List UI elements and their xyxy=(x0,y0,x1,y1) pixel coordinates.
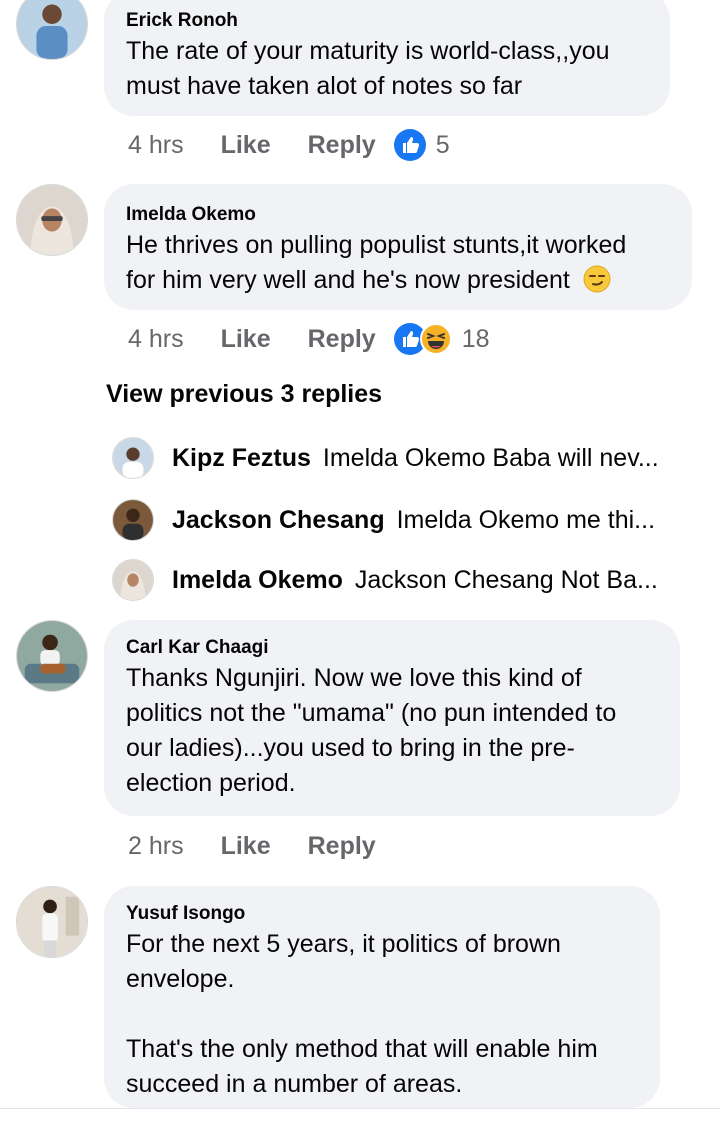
comment-line: Thanks Ngunjiri. Now we love this kind o… xyxy=(126,664,582,692)
view-previous-replies-link[interactable]: View previous 3 replies xyxy=(106,380,382,409)
comment-author[interactable]: Imelda Okemo xyxy=(126,203,670,227)
like-button[interactable]: Like xyxy=(221,832,271,861)
comment-author[interactable]: Yusuf Isongo xyxy=(126,902,638,926)
comment-line: That's the only method that will enable … xyxy=(126,1035,598,1063)
comment-text: The rate of your maturity is world-class… xyxy=(126,34,648,104)
divider xyxy=(0,1108,720,1109)
reactions[interactable]: 5 xyxy=(393,129,450,161)
comment-time[interactable]: 2 hrs xyxy=(128,832,184,861)
smirk-emoji-icon xyxy=(583,265,611,293)
reaction-count: 5 xyxy=(435,130,450,159)
reply-text: Imelda Okemo Baba will nev... xyxy=(322,443,659,472)
reply-text: Imelda Okemo me thi... xyxy=(396,505,656,534)
reply-author[interactable]: Imelda Okemo xyxy=(172,566,343,595)
comment-line: election period. xyxy=(126,769,296,797)
comment-line: politics not the "umama" (no pun intende… xyxy=(126,699,617,727)
comment-text: For the next 5 years, it politics of bro… xyxy=(126,927,638,1102)
comment-author[interactable]: Carl Kar Chaagi xyxy=(126,636,658,660)
comment-text: He thrives on pulling populist stunts,it… xyxy=(126,228,670,298)
reaction-count: 18 xyxy=(461,324,490,353)
comment-line: must have taken alot of notes so far xyxy=(126,72,523,100)
comment-time[interactable]: 4 hrs xyxy=(128,325,184,354)
comment-line: He thrives on pulling populist stunts,it… xyxy=(126,231,627,259)
comment-line: for him very well and he's now president xyxy=(126,263,670,298)
like-icon xyxy=(393,129,426,161)
comment-author[interactable]: Erick Ronoh xyxy=(126,9,648,33)
comment-bubble: Yusuf Isongo For the next 5 years, it po… xyxy=(104,886,660,1108)
avatar[interactable] xyxy=(16,184,88,256)
comment-line: our ladies)...you used to bring in the p… xyxy=(126,734,575,762)
reply-button[interactable]: Reply xyxy=(308,832,376,861)
reply-button[interactable]: Reply xyxy=(308,325,376,354)
comment-bubble: Erick Ronoh The rate of your maturity is… xyxy=(104,0,670,116)
comment-bubble: Imelda Okemo He thrives on pulling popul… xyxy=(104,184,692,310)
haha-icon xyxy=(419,323,452,355)
reply-button[interactable]: Reply xyxy=(308,131,376,160)
reply-preview[interactable]: Kipz Feztus Imelda Okemo Baba will nev..… xyxy=(112,436,659,480)
reply-preview[interactable]: Jackson Chesang Imelda Okemo me thi... xyxy=(112,498,655,542)
like-button[interactable]: Like xyxy=(221,131,271,160)
comment-bubble: Carl Kar Chaagi Thanks Ngunjiri. Now we … xyxy=(104,620,680,816)
comment-text: Thanks Ngunjiri. Now we love this kind o… xyxy=(126,661,658,801)
reactions[interactable]: 18 xyxy=(393,323,490,355)
avatar xyxy=(112,559,154,601)
comment-meta: 4 hrs Like Reply 18 xyxy=(128,322,490,356)
reply-author[interactable]: Jackson Chesang xyxy=(172,506,385,535)
comment-line: envelope. xyxy=(126,965,235,993)
comment-line: For the next 5 years, it politics of bro… xyxy=(126,930,561,958)
comment-meta: 2 hrs Like Reply xyxy=(128,829,376,863)
reply-author[interactable]: Kipz Feztus xyxy=(172,444,311,473)
avatar xyxy=(112,437,154,479)
avatar[interactable] xyxy=(16,620,88,692)
like-button[interactable]: Like xyxy=(221,325,271,354)
avatar[interactable] xyxy=(16,886,88,958)
comment-line: succeed in a number of areas. xyxy=(126,1070,463,1098)
comment-time[interactable]: 4 hrs xyxy=(128,131,184,160)
comment-meta: 4 hrs Like Reply 5 xyxy=(128,128,450,162)
comment-line-text: for him very well and he's now president xyxy=(126,266,570,294)
reply-preview[interactable]: Imelda Okemo Jackson Chesang Not Ba... xyxy=(112,558,658,602)
avatar xyxy=(112,499,154,541)
comment-blank-line xyxy=(126,997,638,1032)
reply-text: Jackson Chesang Not Ba... xyxy=(354,565,658,594)
avatar[interactable] xyxy=(16,0,88,60)
comment-line: The rate of your maturity is world-class… xyxy=(126,37,610,65)
